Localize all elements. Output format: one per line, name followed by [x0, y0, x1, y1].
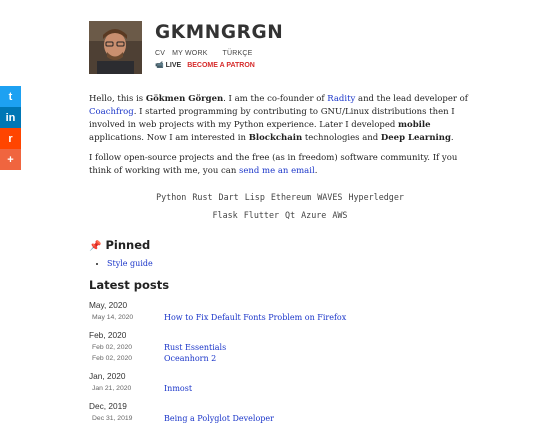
- style-guide-link[interactable]: Style guide: [107, 259, 153, 268]
- month-label: Jan, 2020: [89, 371, 126, 381]
- tech-tag: WAVES: [317, 192, 343, 202]
- post-row: Jan 21, 2020 Inmost: [89, 383, 489, 394]
- list-item: Style guide: [107, 259, 153, 268]
- tech-tag: Python: [156, 192, 187, 202]
- radity-link[interactable]: Radity: [327, 94, 355, 104]
- blockchain-bold: Blockchain: [248, 133, 303, 143]
- pinned-heading-text: Pinned: [105, 238, 151, 252]
- posts-list: May, 2020 May 14, 2020 How to Fix Default …: [89, 300, 489, 431]
- month-group: Dec, 2019 Dec 31, 2019 Being a Polyglot De…: [89, 401, 489, 424]
- nav-my-work[interactable]: MY WORK: [172, 50, 208, 57]
- tech-tag: Qt: [285, 210, 296, 220]
- share-bar: t in r +: [0, 86, 21, 170]
- post-link[interactable]: Inmost: [164, 384, 192, 393]
- post-date: Feb 02, 2020: [92, 344, 133, 351]
- tech-tag: Azure: [301, 210, 327, 220]
- site-title[interactable]: GKMNGRGN: [155, 22, 283, 43]
- post-link[interactable]: Oceanhorn 2: [164, 354, 216, 363]
- post-title: Inmost: [164, 384, 192, 393]
- text: applications. Now I am interested in: [89, 133, 249, 143]
- pin-icon: 📌: [89, 241, 102, 252]
- post-link[interactable]: How to Fix Default Fonts Problem on Fire…: [164, 313, 346, 322]
- text: .: [450, 133, 454, 143]
- coachfrog-link[interactable]: Coachfrog: [89, 107, 134, 117]
- tech-tag: Ethereum: [270, 192, 312, 202]
- tech-tag: AWS: [332, 210, 348, 220]
- tech-tag: Dart: [218, 192, 239, 202]
- email-link[interactable]: send me an email: [239, 166, 315, 176]
- post-date: Jan 21, 2020: [92, 385, 132, 392]
- tags-row: Python Rust Dart Lisp Ethereum WAVES Hyperledg…: [89, 188, 471, 206]
- nav-turkce[interactable]: TÜRKÇE: [223, 50, 253, 57]
- month-group: Jan, 2020 Jan 21, 2020 Inmost: [89, 371, 489, 394]
- post-title: Rust Essentials: [164, 343, 226, 352]
- twitter-icon[interactable]: t: [0, 86, 21, 107]
- post-row: Feb 02, 2020 Rust Essentials: [89, 342, 489, 353]
- month-group: May, 2020 May 14, 2020 How to Fix Default …: [89, 300, 489, 323]
- secondary-nav: 📹 LIVE BECOME A PATRON: [155, 61, 255, 69]
- post-row: Feb 02, 2020 Oceanhorn 2: [89, 353, 489, 364]
- post-date: May 14, 2020: [92, 314, 134, 321]
- plus-icon[interactable]: +: [0, 149, 21, 170]
- post-title: How to Fix Default Fonts Problem on Fire…: [164, 313, 346, 322]
- post-title: Being a Polyglot Developer: [164, 414, 274, 423]
- tech-tag: Hyperledger: [348, 192, 404, 202]
- tech-tags: Python Rust Dart Lisp Ethereum WAVES Hyperledg…: [89, 188, 471, 224]
- latest-posts-heading: Latest posts: [89, 278, 170, 292]
- deep-learning-bold: Deep Learning: [380, 133, 451, 143]
- main-nav: CV MY WORK TÜRKÇE: [155, 50, 258, 57]
- post-date: Dec 31, 2019: [92, 415, 133, 422]
- tech-tag: Flask: [212, 210, 238, 220]
- text: technologies and: [302, 133, 381, 143]
- post-link[interactable]: Rust Essentials: [164, 343, 226, 352]
- intro-paragraph-2: I follow open-source projects and the fr…: [89, 152, 471, 178]
- intro-paragraph-1: Hello, this is Gökmen Görgen. I am the c…: [89, 93, 471, 145]
- mobile-bold: mobile: [398, 120, 431, 130]
- month-label: May, 2020: [89, 300, 128, 310]
- tags-row: Flask Flutter Qt Azure AWS: [89, 206, 471, 224]
- post-title: Oceanhorn 2: [164, 354, 216, 363]
- reddit-icon[interactable]: r: [0, 128, 21, 149]
- post-row: May 14, 2020 How to Fix Default Fonts Pro…: [89, 312, 489, 323]
- tech-tag: Rust: [192, 192, 213, 202]
- text: and the lead developer of: [355, 94, 468, 104]
- live-link[interactable]: 📹 LIVE: [155, 62, 181, 69]
- month-group: Feb, 2020 Feb 02, 2020 Rust Essentials Feb …: [89, 330, 489, 364]
- text: . I am the co-founder of: [223, 94, 328, 104]
- linkedin-icon[interactable]: in: [0, 107, 21, 128]
- intro: Hello, this is Gökmen Görgen. I am the c…: [89, 93, 471, 185]
- pinned-list: Style guide: [95, 259, 153, 268]
- month-label: Dec, 2019: [89, 401, 127, 411]
- post-date: Feb 02, 2020: [92, 355, 133, 362]
- text: Hello, this is: [89, 94, 146, 104]
- pinned-heading: 📌 Pinned: [89, 238, 150, 252]
- month-label: Feb, 2020: [89, 330, 127, 340]
- become-patron-link[interactable]: BECOME A PATRON: [187, 62, 255, 69]
- post-row: Dec 31, 2019 Being a Polyglot Developer: [89, 413, 489, 424]
- text: .: [314, 166, 318, 176]
- post-link[interactable]: Being a Polyglot Developer: [164, 414, 274, 423]
- avatar: [89, 21, 142, 74]
- nav-cv[interactable]: CV: [155, 50, 165, 57]
- author-name: Gökmen Görgen: [145, 94, 224, 104]
- tech-tag: Lisp: [244, 192, 265, 202]
- tech-tag: Flutter: [243, 210, 280, 220]
